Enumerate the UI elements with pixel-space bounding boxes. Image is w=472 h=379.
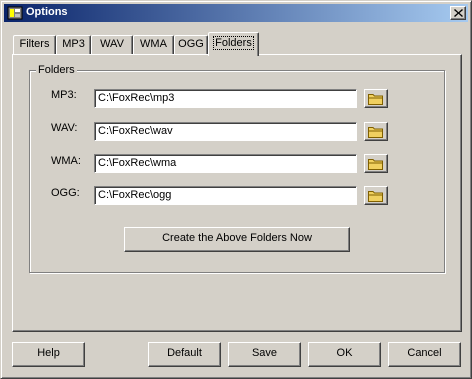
folders-group-label: Folders [36, 64, 77, 76]
create-folders-button[interactable]: Create the Above Folders Now [124, 227, 350, 252]
save-button[interactable]: Save [228, 342, 301, 367]
options-dialog: Options Filters MP3 WAV WMA OGG Folders … [0, 0, 472, 379]
ogg-folder-label: OGG: [51, 187, 80, 199]
folder-icon [368, 191, 383, 202]
window-title: Options [26, 6, 68, 18]
tab-wav[interactable]: WAV [91, 35, 133, 55]
folder-icon [368, 127, 383, 138]
mp3-folder-input[interactable]: C:\FoxRec\mp3 [94, 89, 357, 108]
wav-browse-button[interactable] [364, 122, 388, 141]
ok-button[interactable]: OK [308, 342, 381, 367]
title-bar[interactable]: Options [4, 4, 468, 22]
tab-folders[interactable]: Folders [208, 32, 259, 56]
tab-wma[interactable]: WMA [133, 35, 174, 55]
wma-folder-input[interactable]: C:\FoxRec\wma [94, 154, 357, 173]
close-button[interactable] [450, 6, 466, 20]
mp3-folder-label: MP3: [51, 89, 77, 101]
mp3-browse-button[interactable] [364, 89, 388, 108]
wma-folder-label: WMA: [51, 155, 81, 167]
tab-mp3[interactable]: MP3 [56, 35, 91, 55]
close-icon [454, 9, 463, 17]
folder-icon [368, 159, 383, 170]
app-icon [7, 5, 23, 21]
wav-folder-input[interactable]: C:\FoxRec\wav [94, 122, 357, 141]
tab-filters[interactable]: Filters [13, 35, 56, 55]
tab-ogg[interactable]: OGG [174, 35, 208, 55]
wma-browse-button[interactable] [364, 154, 388, 173]
ogg-folder-input[interactable]: C:\FoxRec\ogg [94, 186, 357, 205]
ogg-browse-button[interactable] [364, 186, 388, 205]
folder-icon [368, 94, 383, 105]
wav-folder-label: WAV: [51, 122, 78, 134]
default-button[interactable]: Default [148, 342, 221, 367]
folders-groupbox: Folders MP3: C:\FoxRec\mp3 WAV: C:\FoxRe… [29, 64, 445, 273]
cancel-button[interactable]: Cancel [388, 342, 461, 367]
folders-panel: Folders MP3: C:\FoxRec\mp3 WAV: C:\FoxRe… [12, 54, 462, 332]
help-button[interactable]: Help [12, 342, 85, 367]
